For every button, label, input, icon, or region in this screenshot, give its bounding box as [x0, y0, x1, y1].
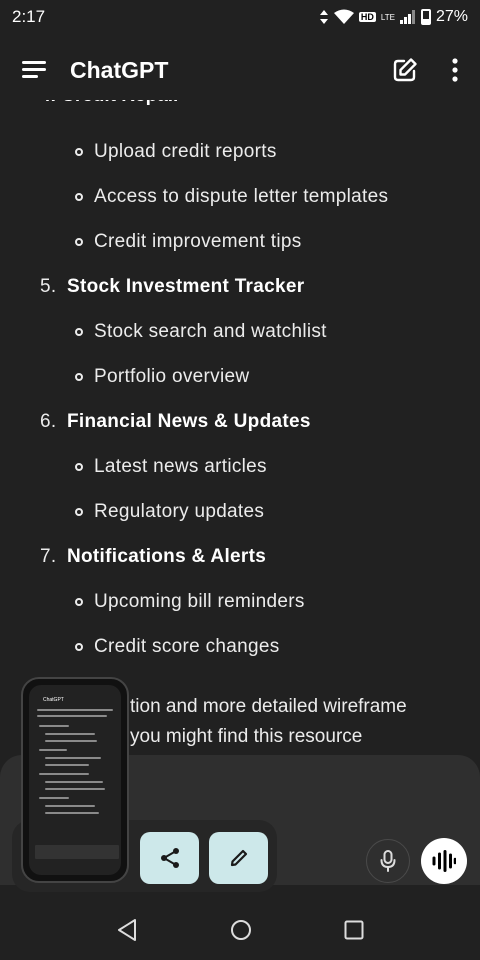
bullet-icon [75, 508, 83, 516]
screenshot-thumbnail[interactable]: ChatGPT [21, 677, 129, 883]
bullet-icon [75, 238, 83, 246]
system-nav-bar [0, 900, 480, 960]
bullet-icon [75, 643, 83, 651]
hd-badge: HD [358, 12, 376, 22]
edit-screenshot-button[interactable] [209, 832, 268, 884]
bullet-icon [75, 328, 83, 336]
home-circle-icon[interactable] [230, 919, 252, 941]
bullet-icon [75, 193, 83, 201]
assistant-message: 4. Credit Repair Upload credit reports A… [0, 95, 480, 760]
status-bar: 2:17 HD LTE 27% [0, 0, 480, 34]
menu-icon[interactable] [22, 61, 48, 79]
bullet-icon [75, 463, 83, 471]
status-time: 2:17 [12, 7, 46, 26]
bullet-icon [75, 598, 83, 606]
bullet-icon [75, 373, 83, 381]
more-vert-icon[interactable] [452, 58, 458, 82]
wifi-icon [333, 9, 354, 24]
share-button[interactable] [140, 832, 199, 884]
app-bar: ChatGPT [0, 40, 480, 100]
mic-button[interactable] [366, 839, 410, 883]
back-triangle-icon[interactable] [116, 918, 138, 942]
app-title: ChatGPT [70, 56, 169, 83]
share-icon [160, 848, 179, 868]
battery-icon [420, 9, 431, 25]
battery-percent: 27% [435, 8, 468, 25]
voice-mode-button[interactable] [421, 838, 467, 884]
edit-icon[interactable] [392, 57, 418, 83]
paragraph-line: you might find this resource [130, 726, 363, 747]
bullet-icon [75, 148, 83, 156]
mic-icon [380, 850, 396, 872]
voice-wave-icon [432, 850, 456, 872]
status-icons: HD LTE 27% [319, 8, 468, 26]
signal-icon [399, 10, 415, 24]
lte-label: LTE [380, 12, 395, 22]
vibrate-arrows-icon [319, 10, 328, 24]
recents-square-icon[interactable] [344, 920, 364, 940]
thumbnail-title: ChatGPT [43, 697, 64, 703]
paragraph-line: tion and more detailed wireframe [130, 696, 407, 717]
pencil-icon [230, 849, 247, 867]
thumbnail-preview: ChatGPT [29, 685, 121, 875]
